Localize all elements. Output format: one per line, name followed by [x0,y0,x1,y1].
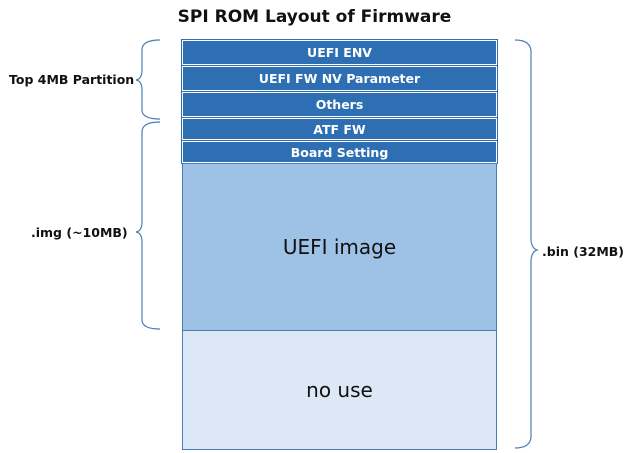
uefi-fw-nv-parameter-block: UEFI FW NV Parameter [181,65,498,92]
top-partition-brace [135,39,161,120]
no-use-block: no use [182,330,497,450]
top-partition-label: Top 4MB Partition [9,72,135,87]
atf-fw-block: ATF FW [181,117,498,141]
bin-brace [514,39,539,449]
img-brace [135,121,161,330]
bin-size-label: .bin (32MB) [542,244,625,259]
uefi-env-block: UEFI ENV [181,39,498,66]
others-block: Others [181,91,498,118]
uefi-image-block: UEFI image [182,163,497,331]
board-setting-block: Board Setting [181,140,498,164]
img-size-label: .img (~10MB) [31,225,128,240]
